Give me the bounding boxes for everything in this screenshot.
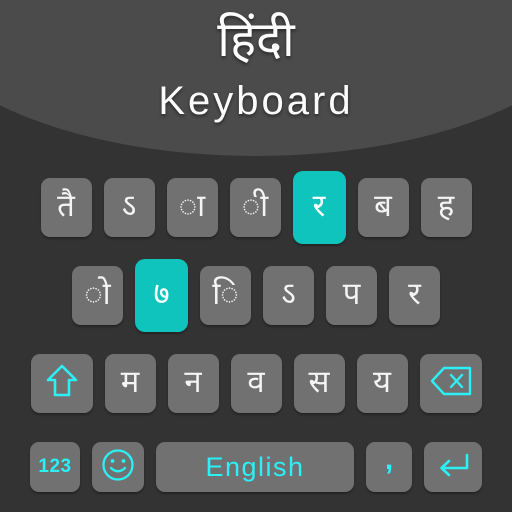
- key-label: ७: [153, 275, 170, 312]
- key-label: ब: [374, 187, 392, 224]
- key-enter[interactable]: [424, 442, 482, 492]
- key-label: र: [408, 275, 421, 312]
- key-label: 123: [38, 456, 72, 477]
- key-avagraha-2[interactable]: ऽ: [263, 265, 314, 325]
- key-aa-matra[interactable]: ा: [166, 177, 218, 237]
- key-label: ऽ: [281, 275, 296, 312]
- key-seven[interactable]: ७: [135, 258, 188, 332]
- key-label: ो: [84, 275, 111, 312]
- key-backspace[interactable]: [419, 353, 482, 413]
- key-label: प: [342, 275, 361, 312]
- keyboard-row-4: 123 English ,: [0, 436, 512, 498]
- key-ra-2[interactable]: र: [389, 265, 440, 325]
- backspace-delete-icon: [430, 366, 472, 401]
- key-label: ी: [241, 187, 269, 224]
- keyboard: तै ऽ ा ी र ब ह ो ७ ि ऽ प र म न व स य 123…: [0, 160, 512, 512]
- key-label: र: [312, 187, 326, 224]
- key-ba[interactable]: ब: [357, 177, 409, 237]
- key-i-matra[interactable]: ि: [200, 265, 251, 325]
- keyboard-row-1: तै ऽ ा ी र ब ह: [0, 170, 512, 244]
- header-arc-background: [0, 0, 512, 156]
- key-ya[interactable]: य: [356, 353, 408, 413]
- key-na[interactable]: न: [167, 353, 219, 413]
- key-label: ऽ: [121, 187, 137, 224]
- key-label: English: [205, 451, 305, 482]
- smiley-face-icon: [101, 448, 135, 487]
- key-o-matra[interactable]: ो: [72, 265, 123, 325]
- keyboard-row-2: ो ७ ि ऽ प र: [0, 258, 512, 332]
- shift-arrow-up-icon: [45, 363, 79, 404]
- key-sa[interactable]: स: [293, 353, 345, 413]
- key-label: म: [120, 363, 140, 400]
- key-label: य: [373, 363, 391, 400]
- key-emoji[interactable]: [92, 442, 144, 492]
- key-spacebar[interactable]: English: [156, 442, 354, 492]
- key-ha[interactable]: ह: [420, 177, 472, 237]
- key-label: ि: [212, 275, 239, 312]
- enter-return-arrow-icon: [435, 452, 471, 483]
- key-comma[interactable]: ,: [366, 442, 412, 492]
- key-ma[interactable]: म: [104, 353, 156, 413]
- key-label: ा: [178, 187, 206, 224]
- key-label: तै: [57, 187, 75, 224]
- key-label: व: [247, 363, 265, 400]
- key-label: न: [184, 363, 202, 400]
- hindi-keyboard-app: हिंदी Keyboard तै ऽ ा ी र ब ह ो ७ ि ऽ प …: [0, 0, 512, 512]
- key-va[interactable]: व: [230, 353, 282, 413]
- key-ra[interactable]: र: [292, 170, 346, 244]
- key-label: स: [308, 363, 330, 400]
- key-tai[interactable]: तै: [40, 177, 92, 237]
- key-numeric-switch[interactable]: 123: [30, 442, 80, 492]
- key-shift[interactable]: [30, 353, 93, 413]
- key-pa[interactable]: प: [326, 265, 377, 325]
- key-ii-matra[interactable]: ी: [229, 177, 281, 237]
- keyboard-row-3: म न व स य: [0, 348, 512, 418]
- key-avagraha[interactable]: ऽ: [103, 177, 155, 237]
- key-label: ह: [437, 187, 455, 224]
- key-label: ,: [384, 443, 394, 476]
